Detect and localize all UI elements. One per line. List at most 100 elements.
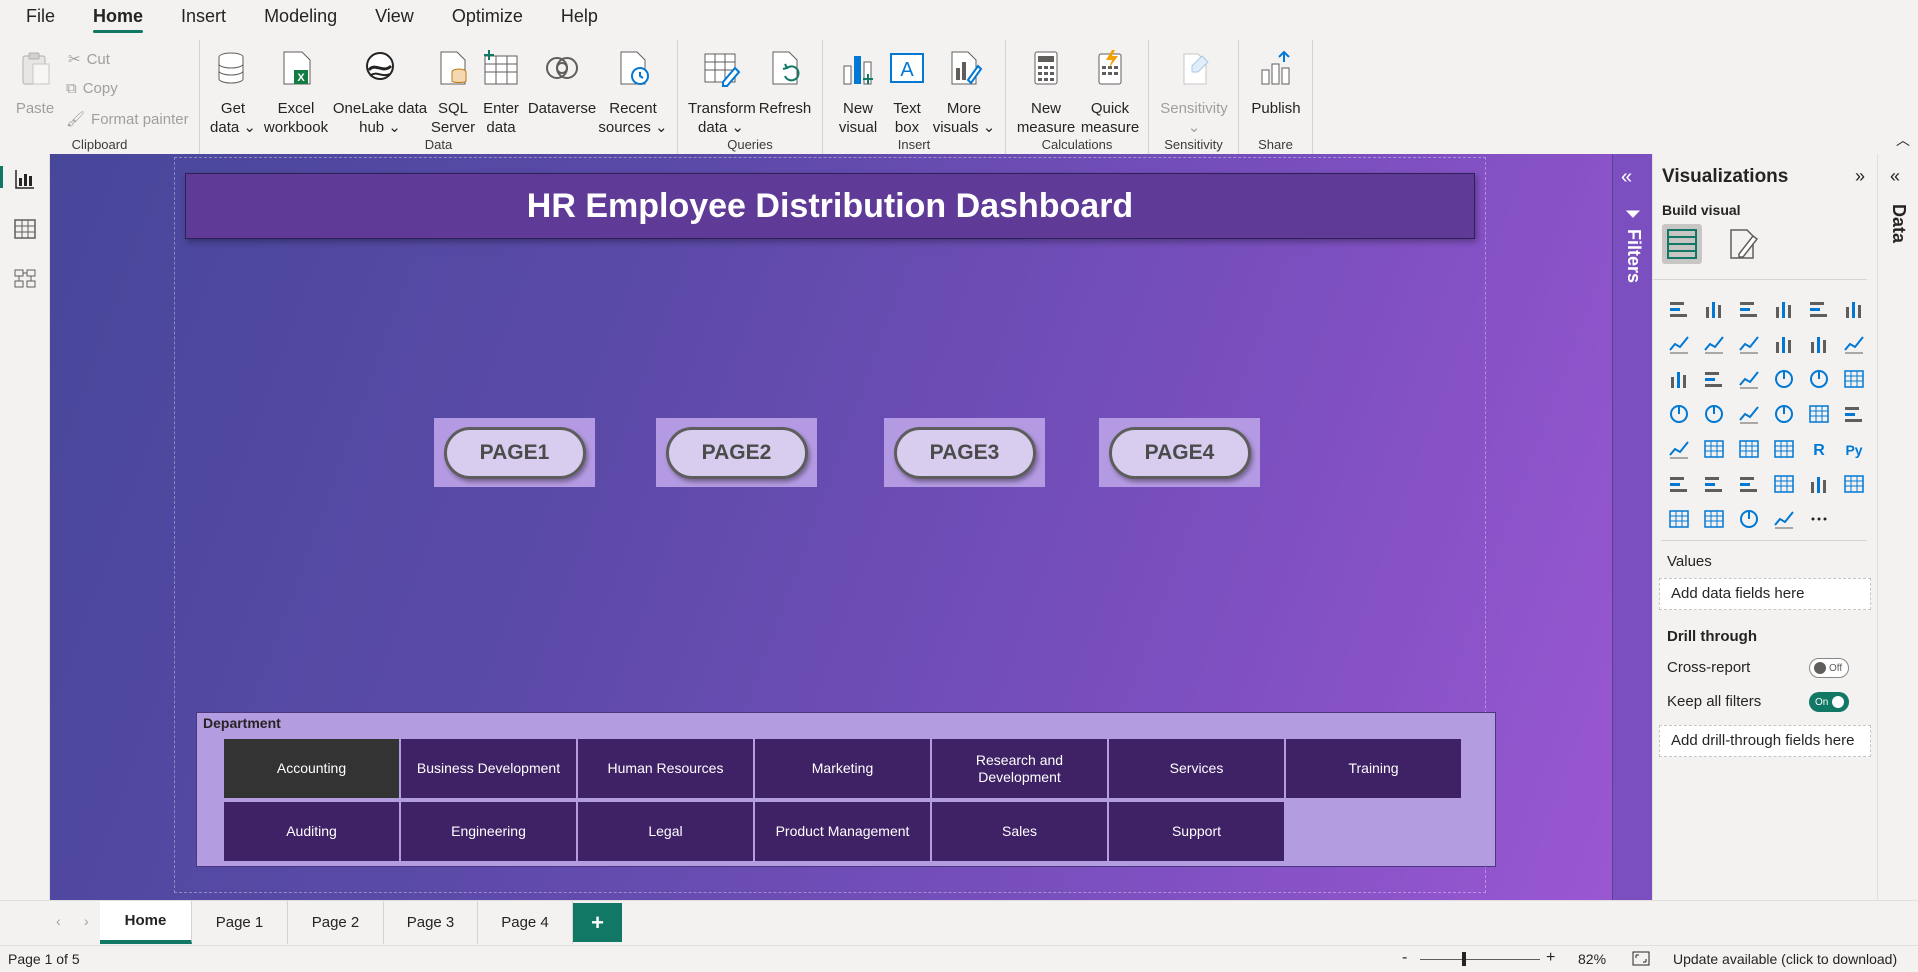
get-data-button[interactable]: Get data ⌄	[208, 48, 258, 137]
key-influencers-icon[interactable]	[1661, 466, 1696, 501]
matrix-icon[interactable]	[1766, 431, 1801, 466]
model-view-icon[interactable]	[12, 266, 38, 292]
slicer-chip-engineering[interactable]: Engineering	[401, 802, 576, 861]
menu-tab-optimize[interactable]: Optimize	[452, 0, 523, 34]
menu-tab-help[interactable]: Help	[561, 0, 598, 34]
qa-icon[interactable]	[1731, 466, 1766, 501]
update-available-link[interactable]: Update available (click to download)	[1673, 951, 1897, 967]
r-visual-icon[interactable]: R	[1801, 431, 1836, 466]
zoom-slider[interactable]	[1420, 959, 1540, 960]
sensitivity-button[interactable]: Sensitivity ⌄	[1157, 48, 1231, 137]
values-field-well[interactable]: Add data fields here	[1659, 578, 1871, 610]
format-painter-button[interactable]: 🖌 Format painter	[66, 110, 189, 129]
kpi-icon[interactable]	[1661, 431, 1696, 466]
slicer-chip-research-and-development[interactable]: Research and Development	[932, 739, 1107, 798]
table-view-icon[interactable]	[12, 216, 38, 242]
page4-button[interactable]: PAGE4	[1108, 426, 1251, 479]
slicer-chip-services[interactable]: Services	[1109, 739, 1284, 798]
slicer-chip-training[interactable]: Training	[1286, 739, 1461, 798]
expand-data-icon[interactable]: «	[1890, 166, 1900, 187]
paste-button[interactable]: Paste	[12, 48, 58, 118]
scatter-chart-icon[interactable]	[1731, 361, 1766, 396]
new-visual-button[interactable]: New visual	[833, 48, 883, 137]
line-clustered-column-icon[interactable]	[1766, 326, 1801, 361]
table-icon[interactable]	[1731, 431, 1766, 466]
page-tab-page-4[interactable]: Page 4	[478, 901, 573, 944]
slicer-chip-auditing[interactable]: Auditing	[224, 802, 399, 861]
area-chart-icon[interactable]	[1696, 326, 1731, 361]
slicer-icon[interactable]	[1696, 431, 1731, 466]
funnel-chart-icon[interactable]	[1696, 361, 1731, 396]
refresh-button[interactable]: Refresh	[756, 48, 814, 118]
line-chart-icon[interactable]	[1661, 326, 1696, 361]
collapse-ribbon-icon[interactable]: ︿	[1896, 130, 1910, 150]
python-visual-icon[interactable]: Py	[1836, 431, 1871, 466]
100-stacked-column-chart-icon[interactable]	[1836, 291, 1871, 326]
build-visual-tab[interactable]	[1662, 224, 1702, 264]
stacked-column-chart-icon[interactable]	[1696, 291, 1731, 326]
enter-data-button[interactable]: Enter data	[478, 48, 524, 137]
decomposition-tree-icon[interactable]	[1696, 466, 1731, 501]
treemap-icon[interactable]	[1836, 361, 1871, 396]
collapse-visualizations-icon[interactable]: »	[1855, 166, 1865, 187]
ribbon-chart-icon[interactable]	[1836, 326, 1871, 361]
waterfall-chart-icon[interactable]	[1661, 361, 1696, 396]
quick-measure-button[interactable]: Quick measure	[1078, 48, 1142, 137]
page-tab-page-3[interactable]: Page 3	[384, 901, 478, 944]
slicer-chip-human-resources[interactable]: Human Resources	[578, 739, 753, 798]
dataverse-button[interactable]: Dataverse	[526, 48, 598, 118]
slicer-chip-legal[interactable]: Legal	[578, 802, 753, 861]
dashboard-title[interactable]: HR Employee Distribution Dashboard	[185, 173, 1475, 239]
donut-chart-icon[interactable]	[1801, 361, 1836, 396]
more-visuals-button[interactable]: More visuals ⌄	[931, 48, 997, 137]
multi-row-card-icon[interactable]	[1836, 396, 1871, 431]
zoom-slider-thumb[interactable]	[1462, 952, 1466, 966]
more-visuals-icon[interactable]	[1801, 501, 1836, 536]
report-view-icon[interactable]	[12, 166, 38, 192]
pie-chart-icon[interactable]	[1766, 361, 1801, 396]
menu-tab-home[interactable]: Home	[93, 0, 144, 34]
publish-button[interactable]: Publish	[1245, 48, 1307, 118]
slicer-chip-sales[interactable]: Sales	[932, 802, 1107, 861]
scroll-tabs-left-icon[interactable]: ‹	[56, 913, 61, 929]
report-icon[interactable]	[1836, 466, 1871, 501]
slicer-chip-marketing[interactable]: Marketing	[755, 739, 930, 798]
report-canvas[interactable]: HR Employee Distribution Dashboard PAGE1…	[50, 154, 1612, 900]
recent-sources-button[interactable]: Recent sources ⌄	[598, 48, 668, 137]
format-visual-tab[interactable]	[1723, 224, 1763, 264]
page2-button[interactable]: PAGE2	[665, 426, 808, 479]
page1-button[interactable]: PAGE1	[443, 426, 586, 479]
page-tab-page-1[interactable]: Page 1	[192, 901, 288, 944]
page-tab-home[interactable]: Home	[100, 901, 192, 944]
100-stacked-bar-chart-icon[interactable]	[1801, 291, 1836, 326]
zoom-in-button[interactable]: +	[1546, 949, 1555, 967]
page3-button[interactable]: PAGE3	[893, 426, 1036, 479]
menu-tab-view[interactable]: View	[375, 0, 414, 34]
paginated-report-icon[interactable]	[1766, 466, 1801, 501]
new-card-icon[interactable]	[1661, 501, 1696, 536]
map-icon[interactable]	[1661, 396, 1696, 431]
clustered-column-chart-icon[interactable]	[1766, 291, 1801, 326]
page-tab-page-2[interactable]: Page 2	[288, 901, 384, 944]
zoom-out-button[interactable]: -	[1402, 949, 1407, 967]
power-apps-icon[interactable]	[1731, 501, 1766, 536]
slicer-chip-support[interactable]: Support	[1109, 802, 1284, 861]
excel-workbook-button[interactable]: X Excel workbook	[260, 48, 332, 137]
stacked-bar-chart-icon[interactable]	[1661, 291, 1696, 326]
line-stacked-column-icon[interactable]	[1801, 326, 1836, 361]
sql-server-button[interactable]: SQL Server	[428, 48, 478, 137]
card-icon[interactable]	[1801, 396, 1836, 431]
slicer-chip-product-management[interactable]: Product Management	[755, 802, 930, 861]
azure-map-icon[interactable]	[1731, 396, 1766, 431]
add-page-button[interactable]: +	[573, 903, 622, 942]
menu-tab-file[interactable]: File	[26, 0, 55, 34]
keep-all-filters-toggle[interactable]: On	[1809, 692, 1849, 712]
slicer-chip-business-development[interactable]: Business Development	[401, 739, 576, 798]
menu-tab-modeling[interactable]: Modeling	[264, 0, 337, 34]
data-pane-collapsed[interactable]: « Data	[1877, 154, 1918, 900]
copy-button[interactable]: ⧉ Copy	[66, 80, 118, 97]
trophy-metrics-icon[interactable]	[1801, 466, 1836, 501]
new-measure-button[interactable]: New measure	[1016, 48, 1076, 137]
drill-through-field-well[interactable]: Add drill-through fields here	[1659, 725, 1871, 757]
transform-data-button[interactable]: Transform data ⌄	[688, 48, 756, 137]
